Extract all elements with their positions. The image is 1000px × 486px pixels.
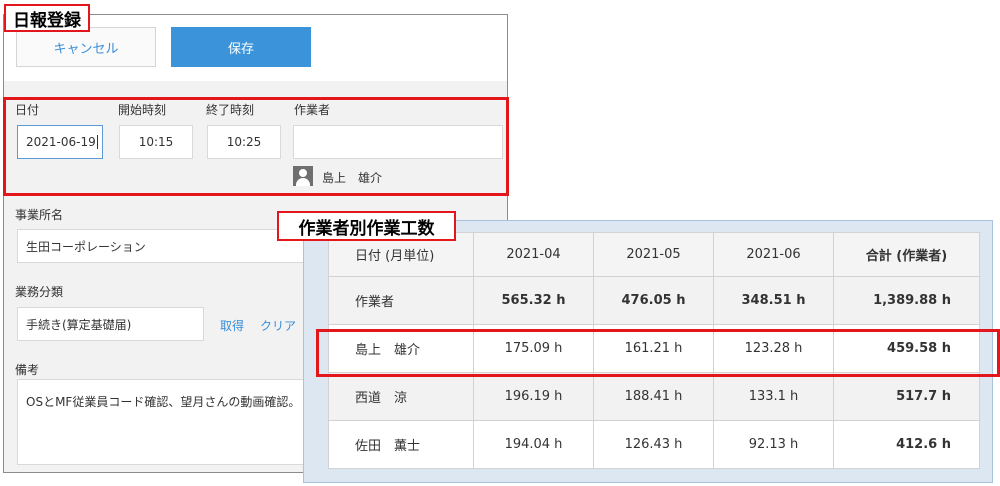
- header-month: 2021-04: [473, 232, 594, 277]
- cell-hours: 92.13 h: [713, 420, 834, 469]
- date-worker-highlight: [3, 97, 509, 196]
- fetch-link[interactable]: 取得: [220, 317, 244, 334]
- worker-row-highlight: [316, 329, 1000, 377]
- row-label: 作業者: [328, 276, 474, 325]
- cell-hours: 196.19 h: [473, 372, 594, 421]
- row-label: 西道 涼: [328, 372, 474, 421]
- office-input-value: 生田コーポレーション: [26, 239, 146, 254]
- office-label: 事業所名: [15, 208, 64, 222]
- row-label: 佐田 薫士: [328, 420, 474, 469]
- cell-total: 1,389.88 h: [833, 276, 980, 325]
- cell-hours: 476.05 h: [593, 276, 714, 325]
- category-input-value: 手続き(算定基礎届): [26, 317, 132, 332]
- cell-hours: 194.04 h: [473, 420, 594, 469]
- notes-value: OSとMF従業員コード確認、望月さんの動画確認。: [26, 395, 301, 409]
- notes-textarea[interactable]: OSとMF従業員コード確認、望月さんの動画確認。: [17, 379, 337, 465]
- cell-hours: 133.1 h: [713, 372, 834, 421]
- form-title: 日報登録: [4, 4, 90, 32]
- category-input[interactable]: 手続き(算定基礎届): [17, 307, 204, 341]
- cell-hours: 126.43 h: [593, 420, 714, 469]
- header-month: 2021-05: [593, 232, 714, 277]
- table-row: 西道 涼 196.19 h 188.41 h 133.1 h 517.7 h: [328, 372, 980, 421]
- header-total: 合計 (作業者): [833, 232, 980, 277]
- cancel-button[interactable]: キャンセル: [16, 27, 156, 67]
- header-month: 2021-06: [713, 232, 834, 277]
- cell-total: 517.7 h: [833, 372, 980, 421]
- table-title: 作業者別作業工数: [277, 211, 456, 241]
- cell-hours: 348.51 h: [713, 276, 834, 325]
- table-row: 佐田 薫士 194.04 h 126.43 h 92.13 h 412.6 h: [328, 420, 980, 469]
- clear-link[interactable]: クリア: [260, 317, 296, 334]
- table-row: 作業者 565.32 h 476.05 h 348.51 h 1,389.88 …: [328, 276, 980, 325]
- cell-hours: 188.41 h: [593, 372, 714, 421]
- save-button[interactable]: 保存: [171, 27, 311, 67]
- cell-hours: 565.32 h: [473, 276, 594, 325]
- notes-label: 備考: [15, 363, 40, 377]
- category-label: 業務分類: [15, 285, 64, 299]
- cell-total: 412.6 h: [833, 420, 980, 469]
